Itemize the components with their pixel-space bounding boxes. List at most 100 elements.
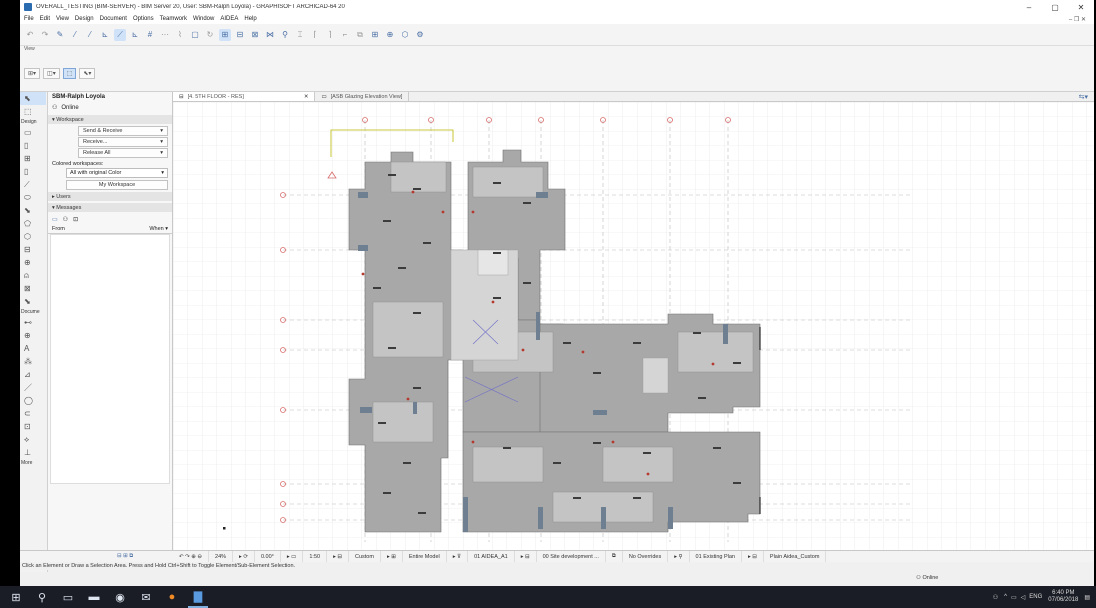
messages-list[interactable]	[50, 234, 170, 484]
tab-overflow-icon[interactable]: ⇆▾	[1079, 93, 1088, 101]
window-tool2-icon[interactable]: ⊞	[20, 152, 46, 165]
users-section-header[interactable]: ▸ Users	[48, 192, 172, 201]
menu-options[interactable]: Options	[133, 16, 154, 22]
guide-line-icon[interactable]: ⊾	[99, 29, 111, 41]
3d-window-icon[interactable]: ⬡	[399, 29, 411, 41]
document-window-controls[interactable]: – ❐ ✕	[1069, 16, 1086, 23]
task-view-icon[interactable]: ▭	[58, 586, 78, 608]
close-button[interactable]: ✕	[1068, 3, 1094, 12]
railing-tool-icon[interactable]: ⍝	[20, 269, 46, 282]
beam-tool-icon[interactable]: ⟋	[20, 178, 46, 191]
receive-button[interactable]: Receive... ▾	[78, 137, 168, 147]
redo-icon[interactable]: ↷	[39, 29, 51, 41]
arrow-tool-icon[interactable]: ⬉	[20, 92, 46, 105]
stair-tool-icon[interactable]: ⊕	[20, 256, 46, 269]
tab-5th-floor[interactable]: ⊟ [4. 5TH FLOOR - RES] ✕	[173, 92, 316, 101]
beam-icon[interactable]: ⌉	[324, 29, 336, 41]
release-all-button[interactable]: Release All ▾	[78, 148, 168, 158]
when-column[interactable]: When ▾	[149, 226, 168, 232]
line-tool-icon[interactable]: ／	[20, 381, 46, 394]
volume-icon[interactable]: ◁	[1021, 594, 1026, 601]
text-tool-icon[interactable]: A	[20, 342, 46, 355]
floor-plan-icon[interactable]: ⊞	[219, 28, 231, 41]
fill-tool-icon[interactable]: ⊿	[20, 368, 46, 381]
pen-set-icon[interactable]: ▸ ⊟	[327, 550, 349, 563]
tab-close-icon[interactable]: ✕	[304, 94, 309, 100]
mesh-tool-icon[interactable]: ⊠	[20, 282, 46, 295]
view-mode-dropdown[interactable]: ⊞▾	[24, 68, 41, 79]
tray-chevron-icon[interactable]: ^	[1004, 594, 1007, 600]
snap-points-icon[interactable]: ⊾	[129, 29, 141, 41]
section-icon[interactable]: ⊟	[234, 29, 246, 41]
overrides-value[interactable]: No Overrides	[623, 550, 669, 563]
rotate-icon[interactable]: ↻	[204, 29, 216, 41]
menu-design[interactable]: Design	[75, 16, 94, 22]
graphic-overrides-icon[interactable]: ⧉	[606, 550, 623, 563]
layer-value[interactable]: 01 AIDEA_A1	[468, 550, 515, 563]
language-indicator[interactable]: ENG	[1029, 594, 1042, 600]
menu-teamwork[interactable]: Teamwork	[160, 16, 187, 22]
my-workspace-button[interactable]: My Workspace	[66, 180, 168, 190]
circle-tool-icon[interactable]: ◯	[20, 394, 46, 407]
filter-icon[interactable]: ⚇	[63, 216, 68, 223]
model-view-icon[interactable]: ▸ ⊞	[381, 550, 403, 563]
pick-up-icon[interactable]: ⁄	[69, 29, 81, 41]
scale-icon[interactable]: ▸ ▭	[281, 550, 304, 563]
wall-icon[interactable]: ⌶	[294, 29, 306, 41]
wall-tool-icon[interactable]: ▭	[20, 126, 46, 139]
roof-tool-icon[interactable]: ⬊	[20, 204, 46, 217]
layer-set-icon[interactable]: ▸ ⊟	[515, 550, 537, 563]
workspace-color-select[interactable]: All with original Color ▾	[66, 168, 168, 178]
model-view-value[interactable]: Entire Model	[403, 550, 447, 563]
marker-icon[interactable]: ⊕	[384, 29, 396, 41]
suspend-groups-icon[interactable]: ⋯	[159, 29, 171, 41]
browser-icon[interactable]: ◉	[110, 586, 130, 608]
shell-tool-icon[interactable]: ⬠	[20, 217, 46, 230]
arrow-tool-dropdown[interactable]: ⬉▾	[79, 68, 96, 79]
firefox-icon[interactable]: ●	[162, 586, 182, 608]
column-icon[interactable]: ⌈	[309, 29, 321, 41]
pencil-icon[interactable]: ✎	[54, 29, 66, 41]
menu-help[interactable]: Help	[244, 16, 256, 22]
zoom-value[interactable]: 24%	[209, 550, 234, 563]
floor-plan-canvas[interactable]	[173, 102, 1094, 550]
reply-icon[interactable]: ⊡	[73, 216, 78, 223]
from-column[interactable]: From	[52, 226, 65, 232]
minimize-button[interactable]: –	[1016, 3, 1042, 12]
spline-tool-icon[interactable]: ⊂	[20, 407, 46, 420]
file-explorer-icon[interactable]: ▬	[84, 586, 104, 608]
undo-icon[interactable]: ↶	[24, 29, 36, 41]
grid-icon[interactable]: ⊞	[369, 29, 381, 41]
ie-icon[interactable]: ⋈	[264, 29, 276, 41]
marquee-tool-icon[interactable]: ⬚	[20, 105, 46, 118]
label-tool-icon[interactable]: ⁂	[20, 355, 46, 368]
layers-icon[interactable]: ▢	[189, 29, 201, 41]
find-select-icon[interactable]: ⚲	[279, 29, 291, 41]
grid-snap-icon[interactable]: #	[144, 29, 156, 41]
custom-value[interactable]: Custom	[349, 550, 381, 563]
angle-value[interactable]: 0.00°	[255, 550, 281, 563]
trace-icon[interactable]: ⌇	[174, 29, 186, 41]
renovation-value[interactable]: 01 Existing Plan	[690, 550, 742, 563]
maximize-button[interactable]: ▢	[1042, 3, 1068, 12]
messages-section-header[interactable]: ▾ Messages	[48, 203, 172, 212]
send-receive-button[interactable]: Send & Receive ▾	[78, 126, 168, 136]
menu-file[interactable]: File	[24, 16, 34, 22]
menu-view[interactable]: View	[56, 16, 69, 22]
navigator-icon[interactable]: ⊟ ⊞ ⧉	[117, 553, 133, 560]
slab-tool-icon[interactable]: ⬭	[20, 191, 46, 204]
pen-table-icon[interactable]: ▸ ⊟	[742, 550, 764, 563]
windows-start-icon[interactable]: ⊞	[6, 586, 26, 608]
level-tool-icon[interactable]: ⊕	[20, 329, 46, 342]
zone-tool-icon[interactable]: ⬊	[20, 295, 46, 308]
menu-edit[interactable]: Edit	[40, 16, 50, 22]
skylight-tool-icon[interactable]: ⬡	[20, 230, 46, 243]
zoom-controls[interactable]: ↶ ↷ ⊕ ⊖	[173, 550, 210, 563]
layer-combination-dropdown[interactable]: ◫▾	[43, 68, 60, 79]
drawing-tool-icon[interactable]: ⊥	[20, 446, 46, 459]
search-icon[interactable]: ⚲	[32, 586, 52, 608]
workspace-section-header[interactable]: ▾ Workspace	[48, 115, 172, 124]
settings-icon[interactable]: ⚙	[414, 29, 426, 41]
inject-icon[interactable]: ⁄	[84, 29, 96, 41]
menu-document[interactable]: Document	[100, 16, 127, 22]
